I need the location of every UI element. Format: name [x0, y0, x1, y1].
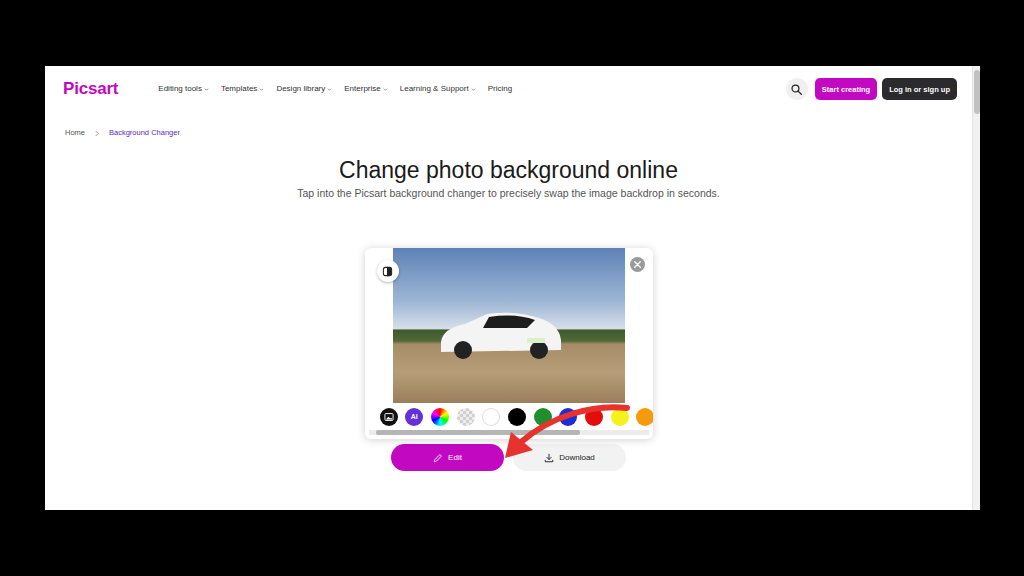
compare-icon	[382, 266, 393, 277]
color-fill	[482, 408, 500, 426]
page-scrollbar[interactable]	[972, 66, 980, 510]
color-swatch[interactable]	[585, 408, 603, 426]
color-swatch[interactable]	[636, 408, 652, 426]
page-subtitle: Tap into the Picsart background changer …	[45, 187, 972, 200]
color-fill	[611, 408, 629, 426]
page-title: Change photo background online	[45, 156, 972, 185]
close-icon	[634, 261, 641, 268]
breadcrumb-item[interactable]: Home	[65, 128, 85, 138]
main-nav: Editing tools Templates Design library Ente…	[158, 83, 512, 95]
swatch-scroll-thumb[interactable]	[376, 430, 581, 435]
nav-item[interactable]: Learning & Support	[400, 83, 476, 95]
color-fill	[636, 408, 652, 426]
site-header: Picsart Editing tools Templates Design lib…	[45, 66, 972, 112]
nav-item[interactable]: Pricing	[488, 83, 512, 95]
button-label: Download	[559, 452, 595, 464]
nav-item-label: Editing tools	[158, 83, 202, 95]
car-shape	[435, 306, 565, 362]
chevron-down-icon	[383, 87, 388, 92]
nav-item-label: Design library	[276, 83, 325, 95]
nav-item-label: Templates	[221, 83, 257, 95]
breadcrumb: Home Background Changer	[65, 128, 972, 138]
car-photo	[393, 248, 625, 403]
picsart-logo[interactable]: Picsart	[63, 76, 118, 102]
nav-item-label: Pricing	[488, 83, 512, 95]
chevron-down-icon	[259, 87, 264, 92]
nav-item-label: Learning & Support	[400, 83, 469, 95]
page-scroll-thumb[interactable]	[974, 70, 980, 114]
color-swatch[interactable]	[482, 408, 500, 426]
color-picker-swatch[interactable]	[431, 408, 449, 426]
swatch-scrollbar[interactable]	[369, 430, 649, 435]
compare-button[interactable]	[377, 260, 399, 282]
color-swatch[interactable]	[559, 408, 577, 426]
close-button[interactable]	[630, 257, 645, 272]
annotation-arrow	[365, 248, 653, 488]
search-button[interactable]	[786, 78, 808, 100]
nav-item[interactable]: Editing tools	[158, 83, 209, 95]
nav-item-label: Enterprise	[344, 83, 380, 95]
browser-page: Picsart Editing tools Templates Design lib…	[45, 66, 980, 510]
color-swatch[interactable]	[534, 408, 552, 426]
chevron-down-icon	[204, 87, 209, 92]
breadcrumb-item[interactable]: Background Changer	[109, 128, 180, 138]
chevron-right-icon	[94, 130, 100, 137]
color-fill	[508, 408, 526, 426]
chevron-down-icon	[471, 87, 476, 92]
chevron-down-icon	[327, 87, 332, 92]
download-button[interactable]: Download	[513, 444, 626, 471]
nav-item[interactable]: Design library	[276, 83, 332, 95]
color-fill	[559, 408, 577, 426]
transparent-swatch[interactable]	[457, 408, 475, 426]
start-creating-button[interactable]: Start creating	[815, 78, 877, 100]
login-button[interactable]: Log in or sign up	[882, 78, 957, 100]
image-background-swatch[interactable]	[380, 408, 398, 426]
editor-buttons: Edit Download	[365, 444, 653, 471]
nav-item[interactable]: Enterprise	[344, 83, 387, 95]
page-content: Picsart Editing tools Templates Design lib…	[45, 66, 972, 510]
image-icon	[384, 412, 394, 422]
color-swatch[interactable]	[508, 408, 526, 426]
download-icon	[544, 453, 554, 463]
edit-button[interactable]: Edit	[391, 444, 504, 471]
nav-item[interactable]: Templates	[221, 83, 264, 95]
button-label: Edit	[448, 452, 462, 464]
color-fill	[585, 408, 603, 426]
color-fill	[534, 408, 552, 426]
search-icon	[791, 84, 802, 95]
header-actions: Start creatingLog in or sign up	[786, 78, 957, 100]
pencil-icon	[433, 453, 443, 463]
ai-background-swatch[interactable]: Ai	[405, 408, 423, 426]
editor-area: Ai Edit Download	[365, 248, 653, 471]
color-swatch[interactable]	[611, 408, 629, 426]
background-swatches: Ai	[365, 403, 653, 430]
editor-card: Ai	[365, 248, 653, 439]
